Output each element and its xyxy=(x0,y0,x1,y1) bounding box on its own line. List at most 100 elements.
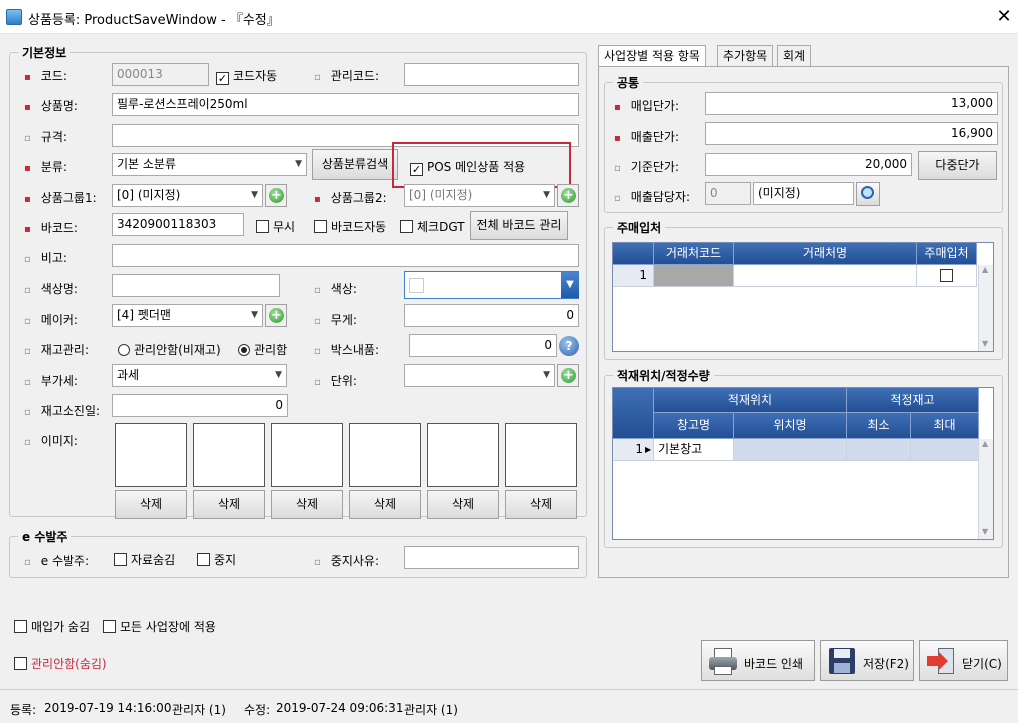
supplier-row-main[interactable] xyxy=(917,265,977,287)
code-input[interactable]: 000013 xyxy=(112,63,209,86)
group2-select[interactable]: [0] (미지정) ▼ xyxy=(404,184,555,207)
image-slot-3[interactable] xyxy=(271,423,343,487)
class-search-button[interactable]: 상품분류검색 xyxy=(312,149,398,180)
delete-image-button-1[interactable]: 삭제 xyxy=(115,490,187,519)
location-row-min[interactable] xyxy=(847,439,911,461)
apply-all-sites-checkbox[interactable]: 모든 사업장에 적용 xyxy=(103,618,216,635)
exit-door-icon xyxy=(926,646,956,676)
tab-site-items[interactable]: 사업장별 적용 항목 xyxy=(598,45,706,67)
scroll-up-icon[interactable]: ▲ xyxy=(982,439,988,448)
close-button[interactable]: 닫기(C) xyxy=(919,640,1008,681)
location-header-location[interactable]: 위치명 xyxy=(734,413,847,439)
scroll-up-icon[interactable]: ▲ xyxy=(982,265,988,274)
location-row-warehouse[interactable]: 기본창고 xyxy=(654,439,734,461)
eorder-stop-checkbox[interactable]: 중지 xyxy=(197,551,236,568)
barcode-input[interactable]: 3420900118303 xyxy=(112,213,244,236)
sales-manager-name[interactable]: (미지정) xyxy=(753,182,854,205)
scroll-down-icon[interactable]: ▼ xyxy=(982,527,988,536)
delete-image-button-4[interactable]: 삭제 xyxy=(349,490,421,519)
eorder-legend: e 수발주 xyxy=(18,528,72,545)
print-barcode-button[interactable]: 바코드 인쇄 xyxy=(701,640,815,681)
barcode-manage-button[interactable]: 전체 바코드 관리 xyxy=(470,211,568,240)
mgmt-code-input[interactable] xyxy=(404,63,579,86)
hide-buy-price-checkbox[interactable]: 매입가 숨김 xyxy=(14,618,90,635)
maker-add-button[interactable]: + xyxy=(265,304,287,327)
save-button[interactable]: 저장(F2) xyxy=(820,640,914,681)
box-label: 박스내품: xyxy=(314,341,379,358)
supplier-row-code[interactable] xyxy=(654,265,734,287)
stockout-input[interactable]: 0 xyxy=(112,394,288,417)
printer-icon xyxy=(708,646,738,676)
product-name-input[interactable]: 필루-로션스프레이250ml xyxy=(112,93,579,116)
maker-select[interactable]: [4] 펫더맨 ▼ xyxy=(112,304,263,327)
image-slot-5[interactable] xyxy=(427,423,499,487)
location-row-number: 1 ▶ xyxy=(613,439,654,461)
supplier-header-name[interactable]: 거래처명 xyxy=(734,243,917,265)
stop-reason-input[interactable] xyxy=(404,546,579,569)
tab-accounting[interactable]: 회계 xyxy=(777,45,812,66)
no-manage-hide-checkbox[interactable]: 관리안함(숨김) xyxy=(14,655,107,672)
group2-add-button[interactable]: + xyxy=(557,184,579,207)
stop-reason-label: 중지사유: xyxy=(314,552,379,569)
maker-select-value: [4] 펫더맨 xyxy=(117,308,171,322)
box-input[interactable]: 0 xyxy=(409,334,557,357)
ignore-checkbox[interactable]: 무시 xyxy=(256,218,295,235)
stock-on-radio[interactable]: 관리함 xyxy=(238,341,287,358)
close-window-icon[interactable]: ✕ xyxy=(994,6,1014,27)
sell-price-input[interactable]: 16,900 xyxy=(705,122,998,145)
tab-extra-items[interactable]: 추가항목 xyxy=(717,45,774,66)
eorder-hide-checkbox[interactable]: 자료숨김 xyxy=(114,551,175,568)
location-header-max[interactable]: 최대 xyxy=(911,413,979,439)
image-slot-4[interactable] xyxy=(349,423,421,487)
stock-off-radio[interactable]: 관리안함(비재고) xyxy=(118,341,221,358)
image-slot-2[interactable] xyxy=(193,423,265,487)
search-manager-button[interactable] xyxy=(856,182,880,206)
supplier-header-code[interactable]: 거래처코드 xyxy=(654,243,734,265)
supplier-scrollbar[interactable]: ▲ ▼ xyxy=(978,265,993,351)
vat-select-value: 과세 xyxy=(117,368,140,382)
unit-select[interactable]: ▼ xyxy=(404,364,555,387)
supplier-row-name[interactable] xyxy=(734,265,917,287)
grid-corner xyxy=(613,388,654,439)
barcode-auto-checkbox[interactable]: 바코드자동 xyxy=(314,218,386,235)
location-header-min[interactable]: 최소 xyxy=(847,413,911,439)
check-dgt-checkbox[interactable]: 체크DGT xyxy=(400,218,465,235)
image-slot-6[interactable] xyxy=(505,423,577,487)
delete-image-button-3[interactable]: 삭제 xyxy=(271,490,343,519)
multi-price-button[interactable]: 다중단가 xyxy=(918,151,997,180)
supplier-header-main[interactable]: 주매입처 xyxy=(917,243,977,265)
unit-add-button[interactable]: + xyxy=(557,364,579,387)
vat-select[interactable]: 과세 ▼ xyxy=(112,364,287,387)
location-row-max[interactable] xyxy=(911,439,979,461)
barcode-auto-label: 바코드자동 xyxy=(331,220,387,234)
location-scrollbar[interactable]: ▲ ▼ xyxy=(978,439,993,539)
group1-select[interactable]: [0] (미지정) ▼ xyxy=(112,184,263,207)
class-select[interactable]: 기본 소분류 ▼ xyxy=(112,153,307,176)
image-slot-1[interactable] xyxy=(115,423,187,487)
pos-main-label: POS 메인상품 적용 xyxy=(427,160,526,174)
help-icon[interactable]: ? xyxy=(559,336,579,356)
sales-manager-code[interactable]: 0 xyxy=(705,182,751,205)
note-input[interactable] xyxy=(112,244,579,267)
color-name-input[interactable] xyxy=(112,274,280,297)
image-label: 이미지: xyxy=(24,432,78,449)
delete-image-button-5[interactable]: 삭제 xyxy=(427,490,499,519)
delete-image-button-2[interactable]: 삭제 xyxy=(193,490,265,519)
scroll-down-icon[interactable]: ▼ xyxy=(982,339,988,348)
group1-add-button[interactable]: + xyxy=(265,184,287,207)
base-price-input[interactable]: 20,000 xyxy=(705,153,912,176)
color-picker[interactable]: ▼ xyxy=(404,271,579,299)
location-header-warehouse[interactable]: 창고명 xyxy=(654,413,734,439)
location-row-location[interactable] xyxy=(734,439,847,461)
delete-image-button-6[interactable]: 삭제 xyxy=(505,490,577,519)
weight-input[interactable]: 0 xyxy=(404,304,579,327)
chevron-down-icon[interactable]: ▼ xyxy=(561,272,579,298)
code-auto-checkbox[interactable]: ✓ 코드자동 xyxy=(216,67,277,85)
pos-main-checkbox[interactable]: ✓ POS 메인상품 적용 xyxy=(410,158,525,176)
mod-user: 관리자 (1) xyxy=(404,703,458,717)
plus-icon: + xyxy=(269,188,284,203)
supplier-main-checkbox[interactable] xyxy=(940,269,953,282)
buy-price-input[interactable]: 13,000 xyxy=(705,92,998,115)
color-label: 색상: xyxy=(314,280,357,297)
group1-select-value: [0] (미지정) xyxy=(117,188,181,202)
